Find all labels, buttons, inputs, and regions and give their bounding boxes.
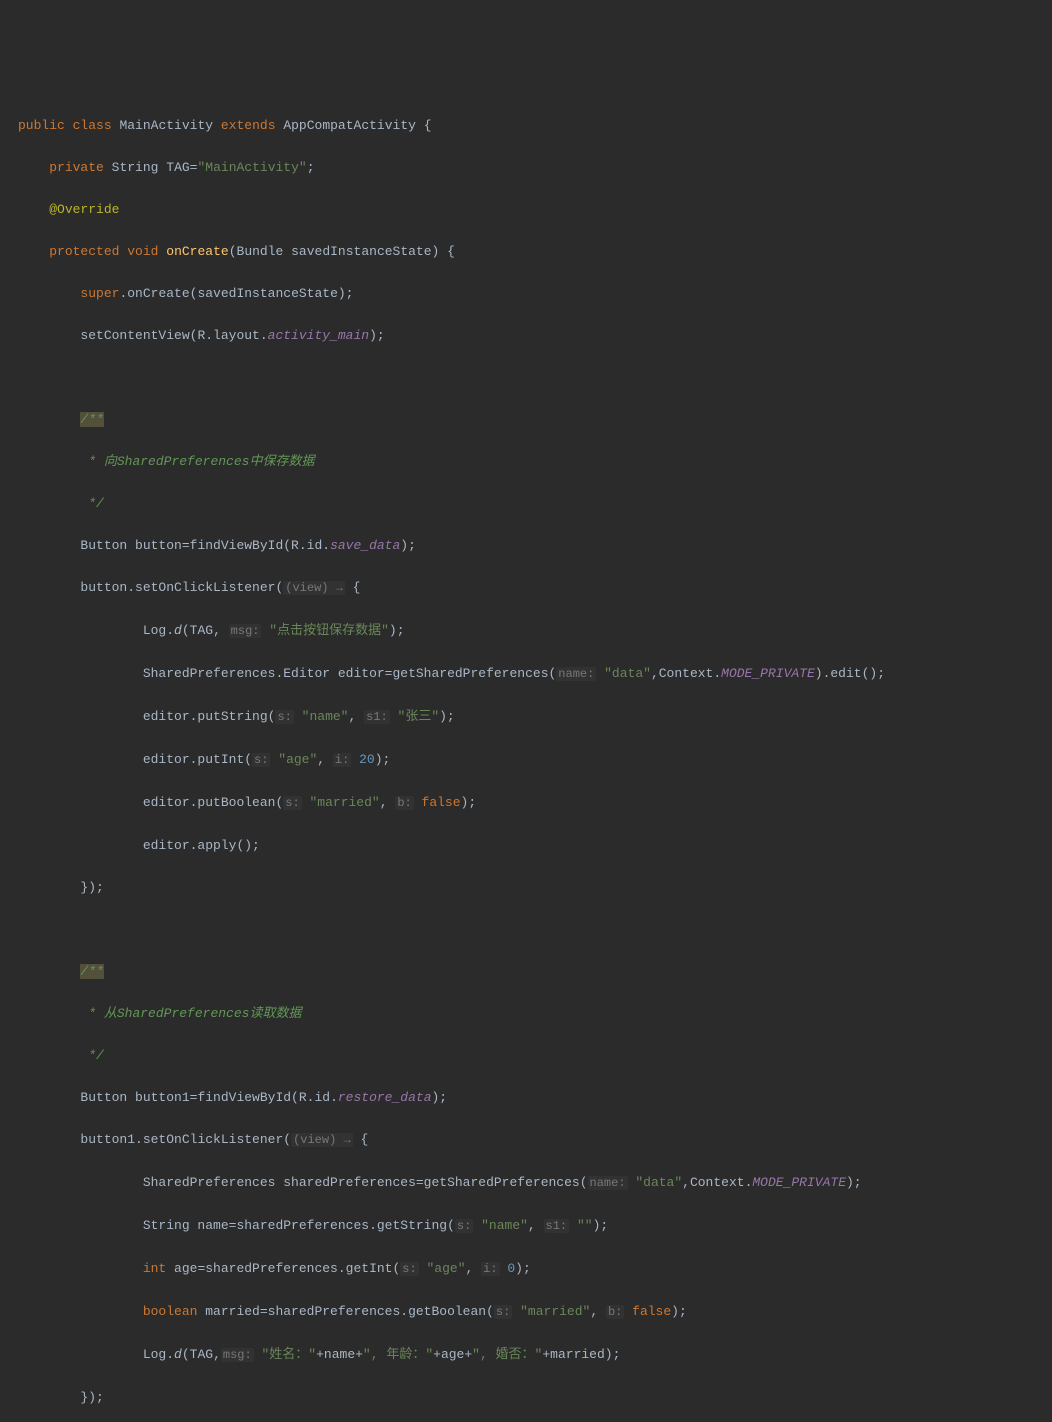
code-line: super.onCreate(savedInstanceState); [18,283,1052,304]
code-line: /** [18,961,1052,982]
code-line: editor.apply(); [18,835,1052,856]
code-line: * 向SharedPreferences中保存数据 [18,451,1052,472]
code-line: setContentView(R.layout.activity_main); [18,325,1052,346]
code-line: }); [18,1387,1052,1408]
code-line: * 从SharedPreferences读取数据 [18,1003,1052,1024]
code-line: SharedPreferences.Editor editor=getShare… [18,663,1052,685]
code-line: public class MainActivity extends AppCom… [18,115,1052,136]
code-line: */ [18,493,1052,514]
code-line [18,367,1052,388]
code-line: Log.d(TAG, msg: "点击按钮保存数据"); [18,620,1052,642]
code-line: button.setOnClickListener((view) → { [18,577,1052,599]
code-line: button1.setOnClickListener((view) → { [18,1129,1052,1151]
code-line: String name=sharedPreferences.getString(… [18,1215,1052,1237]
code-line: }); [18,877,1052,898]
code-line: SharedPreferences sharedPreferences=getS… [18,1172,1052,1194]
code-line: protected void onCreate(Bundle savedInst… [18,241,1052,262]
code-line: Button button1=findViewById(R.id.restore… [18,1087,1052,1108]
code-line: private String TAG="MainActivity"; [18,157,1052,178]
code-line: editor.putBoolean(s: "married", b: false… [18,792,1052,814]
code-line: int age=sharedPreferences.getInt(s: "age… [18,1258,1052,1280]
code-line: @Override [18,199,1052,220]
code-editor[interactable]: public class MainActivity extends AppCom… [0,94,1052,1422]
code-line: boolean married=sharedPreferences.getBoo… [18,1301,1052,1323]
code-line: Log.d(TAG,msg: "姓名："+name+", 年龄："+age+",… [18,1344,1052,1366]
code-line [18,919,1052,940]
code-line: */ [18,1045,1052,1066]
code-line: editor.putInt(s: "age", i: 20); [18,749,1052,771]
code-line: editor.putString(s: "name", s1: "张三"); [18,706,1052,728]
code-line: /** [18,409,1052,430]
code-line: Button button=findViewById(R.id.save_dat… [18,535,1052,556]
